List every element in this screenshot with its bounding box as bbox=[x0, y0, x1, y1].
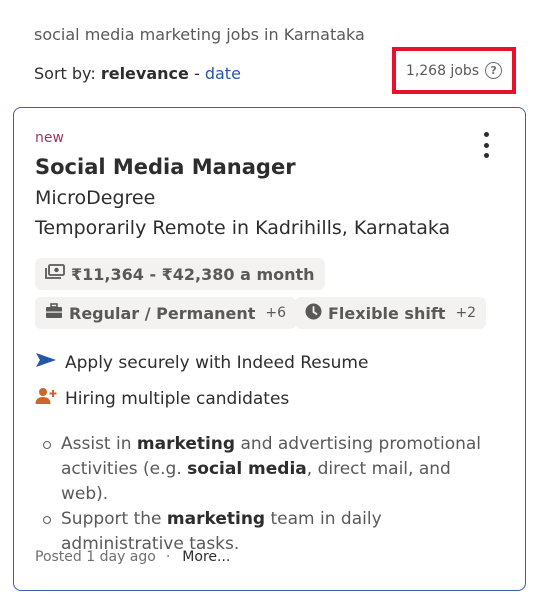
job-type-tag: Regular / Permanent +6 bbox=[35, 297, 297, 329]
shift-text: Flexible shift bbox=[328, 303, 446, 323]
shift-tag: Flexible shift +2 bbox=[295, 297, 487, 329]
job-count-highlight: 1,268 jobs ? bbox=[392, 47, 516, 94]
salary-text: ₹11,364 - ₹42,380 a month bbox=[71, 264, 315, 284]
search-query-heading: social media marketing jobs in Karnataka bbox=[34, 25, 365, 44]
new-badge: new bbox=[35, 130, 64, 146]
posted-date: Posted 1 day ago bbox=[35, 549, 156, 565]
job-type-more-count: +6 bbox=[265, 305, 287, 321]
sort-by-row: Sort by: relevance - date bbox=[34, 64, 241, 83]
apply-feature: Apply securely with Indeed Resume bbox=[35, 352, 368, 373]
shift-more-count: +2 bbox=[455, 305, 477, 321]
job-title[interactable]: Social Media Manager bbox=[35, 155, 296, 179]
clock-icon bbox=[305, 303, 322, 324]
job-location: Temporarily Remote in Kadrihills, Karnat… bbox=[35, 217, 451, 239]
send-arrow-icon bbox=[35, 352, 57, 373]
more-link[interactable]: More... bbox=[182, 549, 230, 565]
job-card[interactable]: new Social Media Manager MicroDegree Tem… bbox=[13, 107, 526, 591]
sort-separator: - bbox=[193, 64, 200, 83]
help-circle-icon[interactable]: ? bbox=[485, 62, 503, 79]
snippet-item: Assist in marketing and advertising prom… bbox=[35, 432, 495, 507]
sort-date-link[interactable]: date bbox=[205, 64, 241, 83]
job-count: 1,268 jobs bbox=[405, 62, 480, 79]
money-icon bbox=[45, 264, 65, 284]
job-snippet: Assist in marketing and advertising prom… bbox=[35, 432, 495, 557]
hiring-feature: Hiring multiple candidates bbox=[35, 387, 289, 410]
sort-by-label: Sort by: bbox=[34, 64, 96, 83]
briefcase-icon bbox=[45, 303, 63, 323]
footer-separator: · bbox=[165, 549, 171, 565]
add-person-icon bbox=[35, 387, 57, 410]
more-vertical-icon[interactable] bbox=[478, 132, 494, 158]
card-footer: Posted 1 day ago · More... bbox=[35, 549, 230, 565]
company-name: MicroDegree bbox=[35, 187, 156, 209]
salary-tag: ₹11,364 - ₹42,380 a month bbox=[35, 258, 325, 290]
hiring-feature-text: Hiring multiple candidates bbox=[65, 388, 290, 409]
job-type-text: Regular / Permanent bbox=[69, 303, 256, 323]
sort-relevance: relevance bbox=[100, 64, 189, 83]
apply-feature-text: Apply securely with Indeed Resume bbox=[65, 352, 369, 373]
